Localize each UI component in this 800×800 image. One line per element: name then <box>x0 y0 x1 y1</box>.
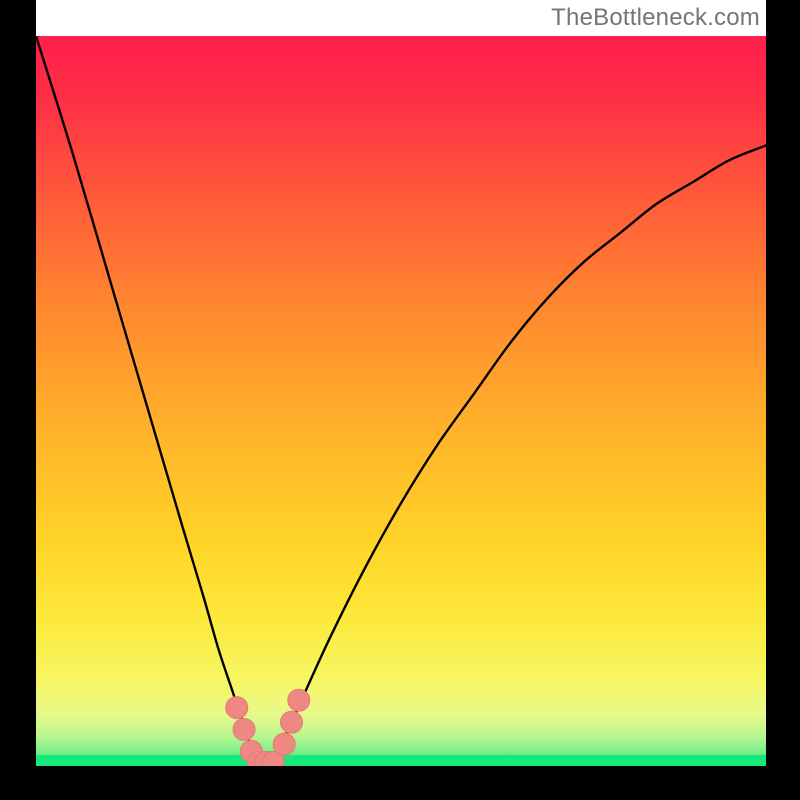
marker-dot <box>233 719 255 741</box>
floor-band <box>36 755 766 766</box>
chart-plot-area <box>36 36 766 766</box>
attribution-text: TheBottleneck.com <box>551 4 760 32</box>
attribution-bar: TheBottleneck.com <box>36 0 766 36</box>
outer-black-frame: TheBottleneck.com <box>0 0 800 800</box>
marker-dot <box>288 689 310 711</box>
chart-svg <box>36 36 766 766</box>
marker-dot <box>273 733 295 755</box>
marker-dot <box>281 711 303 733</box>
marker-dot <box>226 697 248 719</box>
